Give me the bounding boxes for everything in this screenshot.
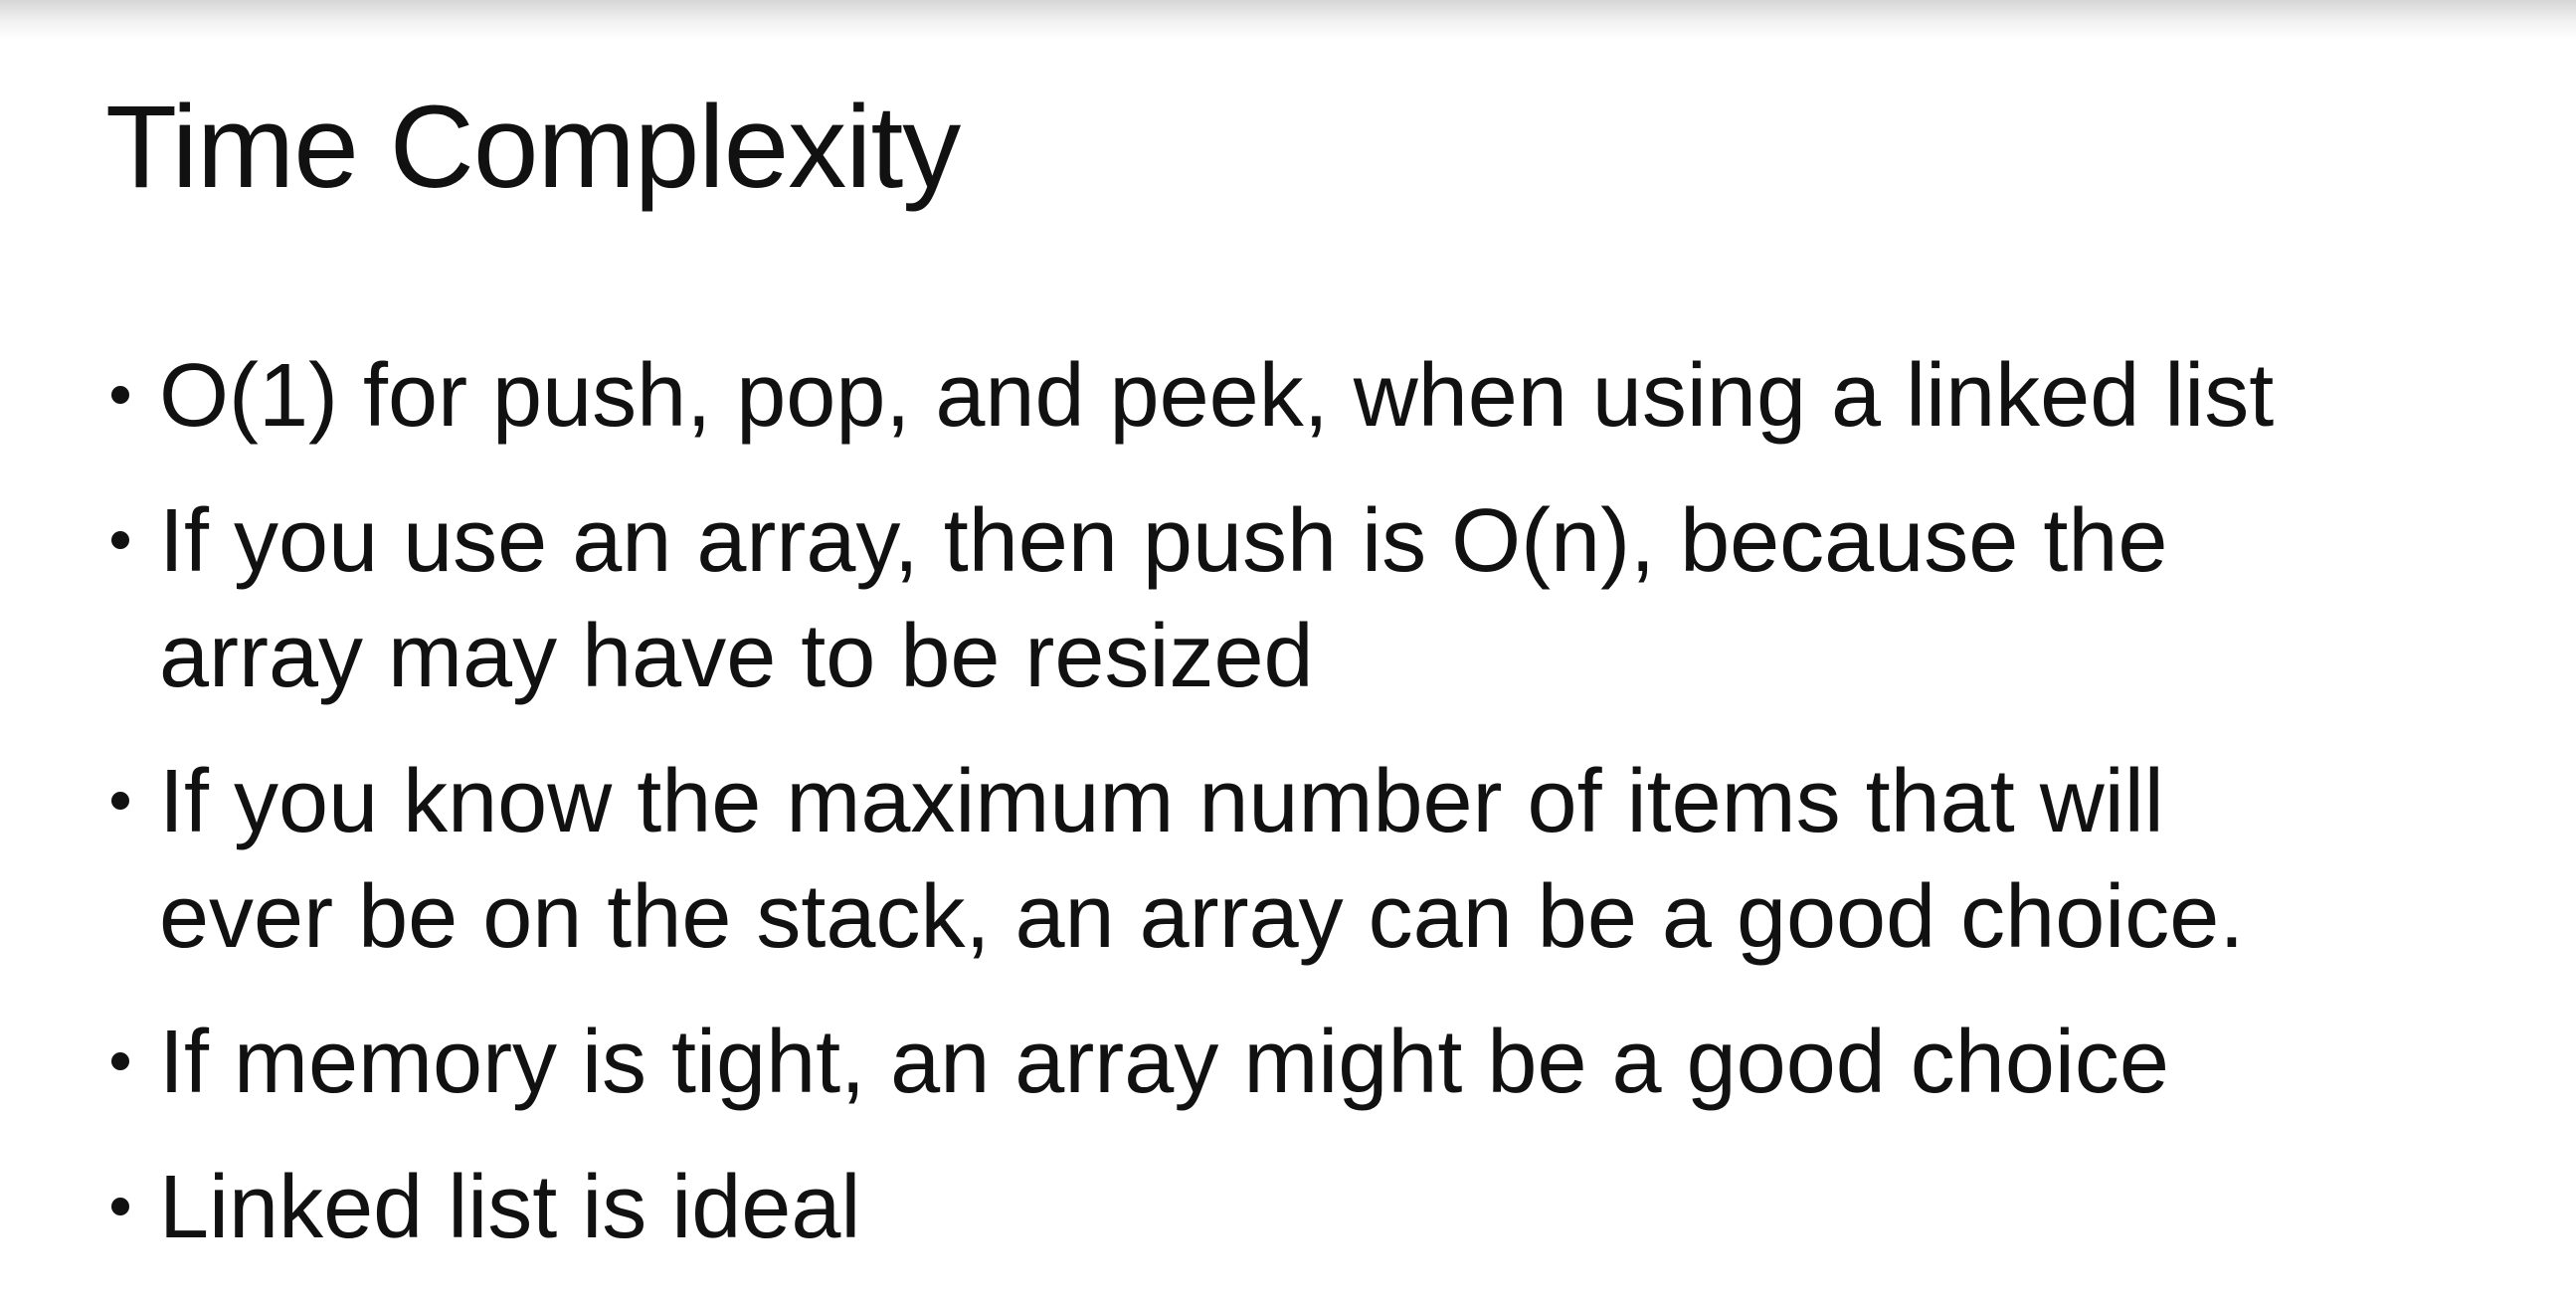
bullet-item: If you know the maximum number of items … xyxy=(105,744,2532,975)
bullet-dot-icon xyxy=(111,1052,129,1070)
bullet-item: If memory is tight, an array might be a … xyxy=(105,1005,2532,1120)
bullet-text-line: Linked list is ideal xyxy=(159,1158,861,1257)
slide-title: Time Complexity xyxy=(105,82,961,213)
bullet-text-line: array may have to be resized xyxy=(159,607,1314,706)
bullet-text-line: O(1) for push, pop, and peek, when using… xyxy=(159,346,2275,446)
slide: Time Complexity O(1) for push, pop, and … xyxy=(0,0,2576,1303)
bullet-dot-icon xyxy=(111,531,129,549)
bullet-text-line: If you use an array, then push is O(n), … xyxy=(159,491,2168,591)
bullet-item: If you use an array, then push is O(n), … xyxy=(105,483,2532,714)
bullet-dot-icon xyxy=(111,1198,129,1215)
bullet-item: O(1) for push, pop, and peek, when using… xyxy=(105,338,2532,454)
bullet-text-line: If memory is tight, an array might be a … xyxy=(159,1013,2169,1112)
bullet-dot-icon xyxy=(111,792,129,810)
bullet-text-line: ever be on the stack, an array can be a … xyxy=(159,867,2245,967)
bullet-text-line: If you know the maximum number of items … xyxy=(159,752,2164,851)
bullet-dot-icon xyxy=(111,386,129,404)
bullet-item: Linked list is ideal xyxy=(105,1150,2532,1265)
bullet-list: O(1) for push, pop, and peek, when using… xyxy=(105,338,2532,1265)
top-shadow xyxy=(0,0,2576,40)
